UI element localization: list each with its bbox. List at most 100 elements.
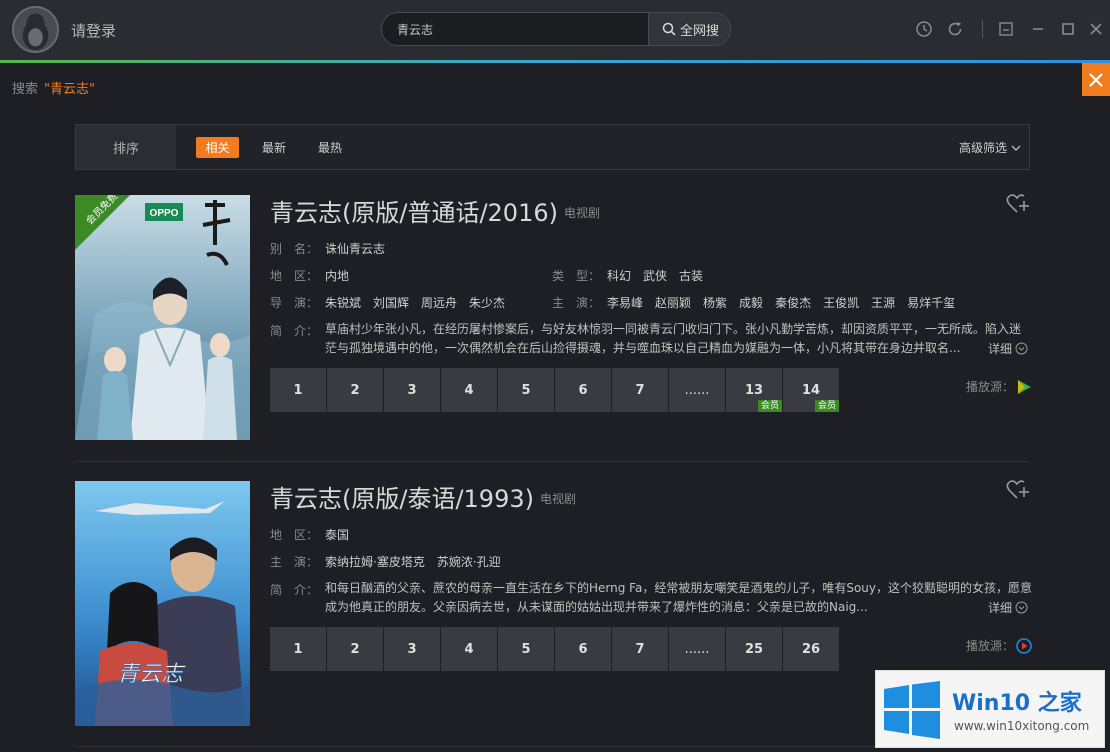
episode-button[interactable]: 6 [555,368,611,412]
favorite-button[interactable] [1006,193,1030,215]
close-window-button[interactable] [1085,18,1107,40]
poster-image: OPPO 会员免费 [75,195,250,440]
history-icon [916,21,932,37]
cast-item[interactable]: 王源 [871,296,895,310]
play-source[interactable]: 播放源： [966,378,1032,395]
play-source-label: 播放源： [966,380,1015,394]
detail-link[interactable]: 详细 [988,599,1028,616]
episode-button[interactable]: 5 [498,627,554,671]
episode-button[interactable]: 6 [555,627,611,671]
episode-button[interactable]: 26 [783,627,839,671]
director-item[interactable]: 朱锐斌 [325,296,361,310]
advanced-filter-label: 高级筛选 [958,141,1007,155]
intro-text: 草庙村少年张小凡，在经历屠村惨案后，与好友林惊羽一同被青云门收归门下。张小凡勤学… [325,320,1035,358]
cast-item[interactable]: 王俊凯 [823,296,859,310]
episode-button[interactable]: 4 [441,368,497,412]
episode-ellipsis: ...... [684,382,710,398]
play-source[interactable]: 播放源： [966,637,1032,654]
vip-badge: 会员 [757,400,782,412]
detail-link[interactable]: 详细 [988,340,1028,357]
maximize-button[interactable] [1057,18,1079,40]
play-circle-icon [1016,637,1032,654]
episode-button[interactable]: 1 [270,368,326,412]
penguin-avatar-icon [14,8,57,51]
episode-button[interactable]: 1 [270,627,326,671]
genre-item[interactable]: 古装 [679,269,703,283]
sort-relevant[interactable]: 相关 [196,137,239,158]
result-title[interactable]: 青云志(原版/泰语/1993) [270,479,534,514]
intro-line: 茫与孤独境遇中的他，一次偶然机会在后山捡得摄魂，并与噬血珠以自己精血为媒融为一体… [325,341,961,355]
episode-button[interactable]: 4 [441,627,497,671]
episode-button[interactable]: 13 会员 [726,368,782,412]
sort-newest[interactable]: 最新 [262,137,286,158]
intro-line: 草庙村少年张小凡，在经历屠村惨案后，与好友林惊羽一同被青云门收归门下。张小凡勤学… [325,322,1022,336]
intro-label: 简 介： [270,583,319,597]
episode-list: 1 2 3 4 5 6 7 ...... 13 会员 14 会员 [270,368,840,412]
episode-button[interactable]: 14 会员 [783,368,839,412]
history-button[interactable] [913,18,935,40]
region-label: 地 区： [270,269,319,283]
iqiyi-play-icon [1018,379,1032,394]
cast-item[interactable]: 秦俊杰 [775,296,811,310]
search-breadcrumb: 搜索 "青云志" [12,78,95,97]
minimize-button[interactable] [1027,18,1049,40]
poster-title-text: 青云志 [117,662,186,687]
cast-item[interactable]: 易烊千玺 [907,296,955,310]
alias-value: 诛仙青云志 [325,242,386,256]
cast-item[interactable]: 成毅 [739,296,763,310]
genre-item[interactable]: 科幻 [607,269,631,283]
episode-number: 4 [464,382,474,398]
episode-button[interactable]: 3 [384,627,440,671]
cast-item[interactable]: 杨紫 [703,296,727,310]
genre-item[interactable]: 武侠 [643,269,667,283]
genre-label: 类 型： [552,269,601,283]
result-title[interactable]: 青云志(原版/普通话/2016) [270,193,558,228]
cast-item[interactable]: 苏婉浓·孔迎 [437,555,501,569]
episode-button[interactable]: 2 [327,627,383,671]
close-search-button[interactable] [1082,63,1110,96]
chevron-down-circle-icon [1015,342,1028,355]
detail-label: 详细 [988,342,1013,356]
episode-button[interactable]: 7 [612,368,668,412]
login-link[interactable]: 请登录 [71,20,116,41]
intro-label: 简 介： [270,324,319,338]
episode-button[interactable]: 3 [384,368,440,412]
episode-number: 14 [801,382,821,398]
director-list: 朱锐斌 刘国辉 周远舟 朱少杰 [325,294,517,311]
search-input[interactable] [382,13,648,45]
director-item[interactable]: 周远舟 [421,296,457,310]
search-all-button[interactable]: 全网搜 [648,13,730,45]
episode-button[interactable]: 2 [327,368,383,412]
intro-text: 和每日酗酒的父亲、蔗农的母亲一直生活在乡下的Herng Fa，经常被朋友嘲笑是酒… [325,579,1035,617]
intro-line: 成为他真正的朋友。父亲因病去世，从未谋面的姑姑出现并带来了爆炸性的消息：父亲是已… [325,600,868,614]
search-button-label: 全网搜 [679,23,719,39]
refresh-button[interactable] [944,18,966,40]
user-avatar[interactable] [12,6,59,53]
favorite-button[interactable] [1006,479,1030,501]
poster-qingyunzhi-2016[interactable]: OPPO 会员免费 [75,195,250,440]
result-divider [75,461,1030,462]
director-item[interactable]: 朱少杰 [469,296,505,310]
minimize-icon [1033,28,1043,30]
poster-image: 青云志 [75,481,250,726]
poster-qingyunzhi-1993[interactable]: 青云志 [75,481,250,726]
chevron-down-circle-icon [1015,601,1028,614]
cast-item[interactable]: 李易峰 [607,296,643,310]
episode-button[interactable]: 7 [612,627,668,671]
cast-item[interactable]: 索纳拉姆·塞皮塔克 [325,555,425,569]
watermark-name: Win10 之家 [952,691,1082,716]
advanced-filter-button[interactable]: 高级筛选 [959,139,1021,156]
episode-button[interactable]: 25 [726,627,782,671]
intro-line: 和每日酗酒的父亲、蔗农的母亲一直生活在乡下的Herng Fa，经常被朋友嘲笑是酒… [325,581,1032,595]
episode-button[interactable]: 5 [498,368,554,412]
poster-brand-text: OPPO [150,208,179,219]
windows-logo-icon [884,681,940,739]
episode-more-button[interactable]: ...... [669,368,725,412]
alias-label: 别 名： [270,242,319,256]
close-icon [1090,23,1102,35]
cast-item[interactable]: 赵丽颖 [655,296,691,310]
mini-mode-button[interactable] [995,18,1017,40]
sort-hottest[interactable]: 最热 [318,137,342,158]
director-item[interactable]: 刘国辉 [373,296,409,310]
episode-more-button[interactable]: ...... [669,627,725,671]
